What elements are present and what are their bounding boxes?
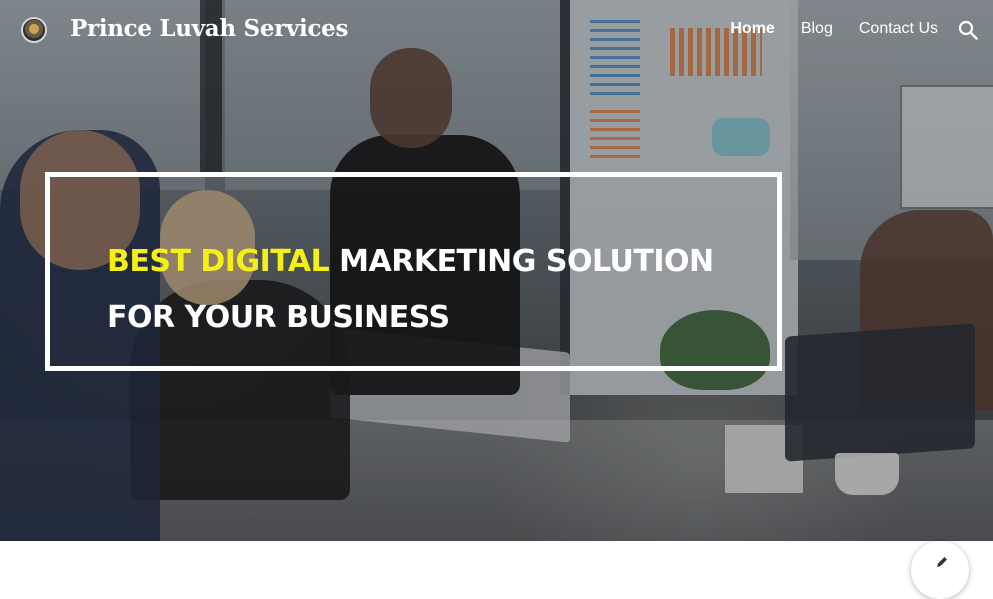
headline-frame: BEST DIGITAL MARKETING SOLUTION FOR YOUR… [45,172,782,371]
nav-link-blog[interactable]: Blog [801,20,833,38]
hero-banner: BEST DIGITAL MARKETING SOLUTION FOR YOUR… [0,0,993,541]
search-icon[interactable] [958,20,978,40]
top-navigation: Prince Luvah Services Home Blog Contact … [0,0,993,62]
site-title[interactable]: Prince Luvah Services [70,15,348,42]
headline-line1-rest: MARKETING SOLUTION [329,244,714,279]
nav-links: Home Blog Contact Us [730,20,938,38]
headline-line2: FOR YOUR BUSINESS [107,300,450,335]
nav-link-contact-us[interactable]: Contact Us [859,20,938,38]
page-content-area [0,541,993,567]
nav-link-home[interactable]: Home [730,20,774,38]
edit-button[interactable] [911,541,969,599]
site-logo-icon[interactable] [21,17,47,43]
hero-headline: BEST DIGITAL MARKETING SOLUTION FOR YOUR… [107,234,714,346]
headline-accent: BEST DIGITAL [107,244,330,279]
